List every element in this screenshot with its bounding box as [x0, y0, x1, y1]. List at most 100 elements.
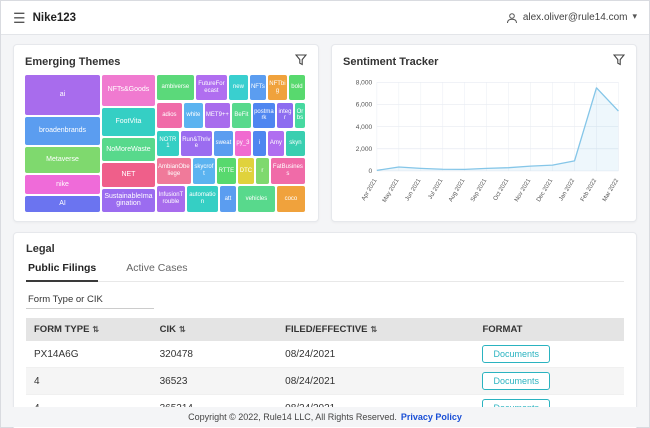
theme-tile[interactable]: postmark: [253, 103, 275, 128]
page-footer: Copyright © 2022, Rule14 LLC, All Rights…: [1, 407, 649, 427]
theme-tile[interactable]: r: [256, 158, 269, 183]
theme-tile[interactable]: nike: [25, 175, 100, 194]
theme-tile[interactable]: NFTbig: [268, 75, 287, 100]
theme-tile[interactable]: sweat: [214, 131, 233, 156]
top-bar: ☰ Nike123 alex.oliver@rule14.com ▾: [1, 1, 649, 35]
form-type-cik-input[interactable]: [26, 291, 154, 309]
theme-tile[interactable]: NOTR1: [157, 131, 179, 156]
legal-title: Legal: [26, 243, 624, 255]
svg-text:Jul 2021: Jul 2021: [428, 178, 445, 201]
table-header-row: FORM TYPE⇅CIK⇅FILED/EFFECTIVE⇅FORMAT: [26, 318, 624, 341]
svg-text:Jun 2021: Jun 2021: [405, 178, 423, 203]
sentiment-tracker-panel: Sentiment Tracker 8,0006,0004,0002,0000A…: [331, 44, 637, 222]
theme-tile[interactable]: vehicles: [238, 186, 275, 211]
svg-text:Dec 2021: Dec 2021: [536, 178, 555, 203]
theme-tile[interactable]: DTC: [238, 158, 254, 183]
column-header[interactable]: CIK⇅: [152, 318, 278, 341]
tab-active-cases[interactable]: Active Cases: [124, 262, 189, 281]
filed-cell: 08/24/2021: [277, 368, 474, 395]
form-type-cell: PX14A6G: [26, 341, 152, 368]
format-cell: Documents: [474, 341, 624, 368]
svg-text:6,000: 6,000: [356, 102, 373, 109]
sort-icon[interactable]: ⇅: [371, 325, 378, 334]
legal-panel: Legal Public Filings Active Cases FORM TY…: [13, 232, 637, 428]
svg-text:Nov 2021: Nov 2021: [514, 178, 533, 203]
table-row: PX14A6G32047808/24/2021 Documents: [26, 341, 624, 368]
treemap-col-a: aibroadenbrandsMetaverse nike AI: [25, 75, 100, 212]
sort-icon[interactable]: ⇅: [179, 325, 186, 334]
theme-tile[interactable]: SustainableImagination: [102, 189, 155, 212]
theme-tile[interactable]: broadenbrands: [25, 117, 100, 145]
theme-tile[interactable]: ambiverse: [157, 75, 194, 100]
filter-icon[interactable]: [295, 54, 307, 69]
svg-text:Oct 2021: Oct 2021: [493, 178, 511, 202]
documents-button[interactable]: Documents: [482, 345, 550, 363]
treemap-col-b: NFTs&GoodsFootVitaNoMoreWasteNET Sustaina…: [102, 75, 155, 212]
theme-tile[interactable]: NET: [102, 163, 155, 186]
tab-public-filings[interactable]: Public Filings: [26, 262, 98, 282]
svg-text:Feb 2022: Feb 2022: [580, 178, 598, 203]
user-menu[interactable]: alex.oliver@rule14.com ▾: [506, 12, 637, 24]
legal-tabs: Public Filings Active Cases: [26, 262, 624, 282]
theme-tile[interactable]: coco: [277, 186, 305, 211]
theme-tile[interactable]: NFTs: [250, 75, 266, 100]
theme-tile[interactable]: AmbianObeliege: [157, 158, 191, 183]
theme-tile[interactable]: att: [220, 186, 236, 211]
svg-text:Sep 2021: Sep 2021: [470, 178, 489, 203]
cik-cell: 320478: [152, 341, 278, 368]
svg-text:Aug 2021: Aug 2021: [448, 178, 467, 203]
sort-icon[interactable]: ⇅: [92, 325, 99, 334]
svg-text:8,000: 8,000: [356, 80, 373, 87]
brand-title: Nike123: [33, 12, 76, 24]
emerging-themes-title: Emerging Themes: [25, 56, 120, 68]
svg-text:0: 0: [368, 168, 372, 175]
theme-tile[interactable]: FootVita: [102, 108, 155, 136]
theme-tile[interactable]: AI: [25, 196, 100, 212]
svg-text:Apr 2021: Apr 2021: [361, 178, 379, 202]
theme-tile[interactable]: Amy: [268, 131, 284, 156]
format-cell: Documents: [474, 368, 624, 395]
theme-tile[interactable]: py_3: [235, 131, 251, 156]
sentiment-chart: 8,0006,0004,0002,0000Apr 2021May 2021Jun…: [343, 75, 625, 212]
theme-tile[interactable]: Metaverse: [25, 147, 100, 173]
copyright-text: Copyright © 2022, Rule14 LLC, All Rights…: [188, 412, 397, 422]
theme-tile[interactable]: FatBusiness: [271, 158, 305, 183]
filed-cell: 08/24/2021: [277, 341, 474, 368]
theme-tile[interactable]: BeFit: [232, 103, 251, 128]
theme-tile[interactable]: NoMoreWaste: [102, 138, 155, 161]
sentiment-tracker-title: Sentiment Tracker: [343, 56, 438, 68]
theme-tile[interactable]: Run&Thrive: [181, 131, 212, 156]
menu-icon[interactable]: ☰: [13, 11, 26, 25]
column-header[interactable]: FORM TYPE⇅: [26, 318, 152, 341]
themes-treemap: aibroadenbrandsMetaverse nike AI NFTs&Good…: [25, 75, 307, 212]
chevron-down-icon: ▾: [632, 11, 637, 22]
documents-button[interactable]: Documents: [482, 372, 550, 390]
theme-tile[interactable]: automation: [187, 186, 218, 211]
theme-tile[interactable]: adios: [157, 103, 182, 128]
theme-tile[interactable]: NFTs&Goods: [102, 75, 155, 106]
filter-icon[interactable]: [613, 54, 625, 69]
table-row: 43652308/24/2021Documents: [26, 368, 624, 395]
theme-tile[interactable]: Orbs: [295, 103, 305, 128]
treemap-col-c: ambiverseFutureForecastnewNFTsNFTbigbold…: [157, 75, 307, 212]
svg-text:May 2021: May 2021: [382, 178, 401, 204]
theme-tile[interactable]: skycroft: [193, 158, 215, 183]
emerging-themes-panel: Emerging Themes aibroadenbrandsMetaverse…: [13, 44, 319, 222]
theme-tile[interactable]: MET9++: [205, 103, 230, 128]
svg-text:4,000: 4,000: [356, 124, 373, 131]
theme-tile[interactable]: ai: [25, 75, 100, 115]
theme-tile[interactable]: integr: [277, 103, 293, 128]
column-header: FORMAT: [474, 318, 624, 341]
theme-tile[interactable]: white: [184, 103, 203, 128]
theme-tile[interactable]: InfusionTrouble: [157, 186, 185, 211]
theme-tile[interactable]: skyn: [286, 131, 305, 156]
theme-tile[interactable]: bold: [289, 75, 305, 100]
privacy-policy-link[interactable]: Privacy Policy: [401, 412, 462, 422]
theme-tile[interactable]: new: [229, 75, 248, 100]
theme-tile[interactable]: FutureForecast: [196, 75, 227, 100]
theme-tile[interactable]: RTTE: [217, 158, 236, 183]
user-icon: [506, 12, 518, 24]
theme-tile[interactable]: i: [253, 131, 266, 156]
column-header[interactable]: FILED/EFFECTIVE⇅: [277, 318, 474, 341]
svg-text:Mar 2022: Mar 2022: [602, 178, 620, 203]
